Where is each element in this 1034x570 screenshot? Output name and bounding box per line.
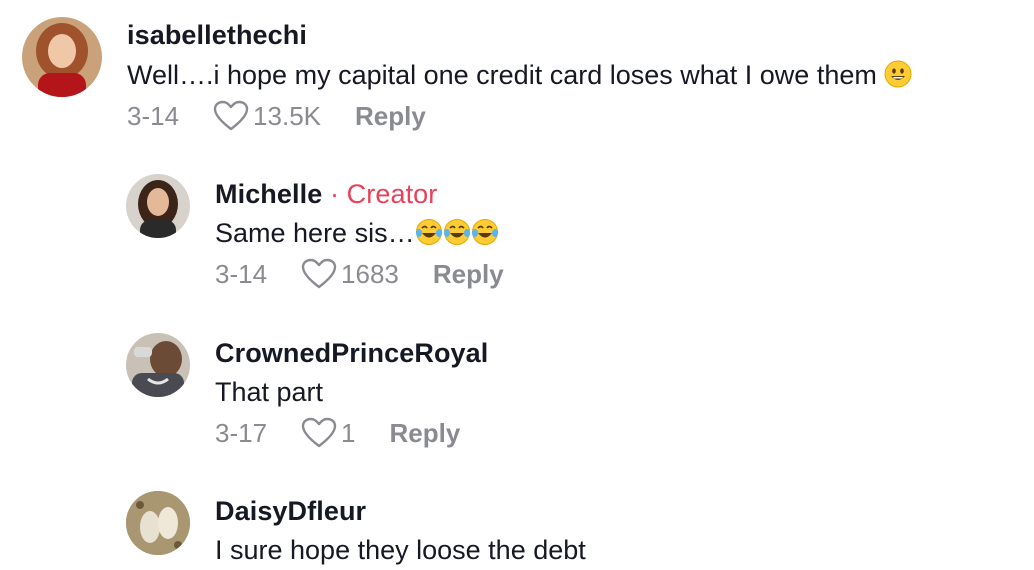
like-count: 1 — [341, 417, 356, 448]
comment-date: 3-14 — [127, 100, 180, 131]
comment-text: That part — [215, 377, 324, 407]
like-count: 13.5K — [253, 100, 321, 131]
comment-text: I sure hope they loose the debt — [215, 535, 586, 565]
comment-date: 3-14 — [215, 258, 268, 289]
comment-username[interactable]: CrownedPrinceRoyal — [215, 338, 488, 369]
heart-icon — [301, 258, 337, 289]
grinning-face-emoji-icon — [884, 60, 912, 95]
heart-icon — [213, 100, 249, 131]
comment-text: Well….i hope my capital one credit card … — [127, 60, 912, 95]
comment-meta: 3-17 1 Reply — [215, 417, 460, 449]
username-text: Michelle — [215, 179, 323, 209]
comment-username[interactable]: DaisyDfleur — [215, 496, 366, 527]
comment-meta: 3-14 13.5K Reply — [127, 100, 426, 132]
like-count: 1683 — [341, 258, 399, 289]
comment-text-content: Same here sis… — [215, 218, 415, 248]
comment-date: 3-17 — [215, 417, 268, 448]
like-button[interactable]: 13.5K — [213, 100, 321, 132]
avatar[interactable] — [22, 17, 102, 97]
comment-text-content: Well….i hope my capital one credit card … — [127, 60, 877, 90]
tears-of-joy-emoji-icon — [415, 218, 499, 253]
avatar[interactable] — [126, 174, 190, 238]
like-button[interactable]: 1683 — [301, 258, 399, 290]
comment-meta: 3-14 1683 Reply — [215, 258, 504, 290]
reply-button[interactable]: Reply — [433, 259, 504, 290]
creator-badge: · Creator — [329, 179, 438, 209]
reply-button[interactable]: Reply — [355, 101, 426, 132]
avatar[interactable] — [126, 333, 190, 397]
comment-username[interactable]: isabellethechi — [127, 20, 307, 51]
comment-text: Same here sis… — [215, 218, 499, 253]
like-button[interactable]: 1 — [301, 417, 356, 449]
heart-icon — [301, 417, 337, 448]
reply-button[interactable]: Reply — [390, 418, 461, 449]
comment-username[interactable]: Michelle · Creator — [215, 179, 437, 210]
avatar[interactable] — [126, 491, 190, 555]
